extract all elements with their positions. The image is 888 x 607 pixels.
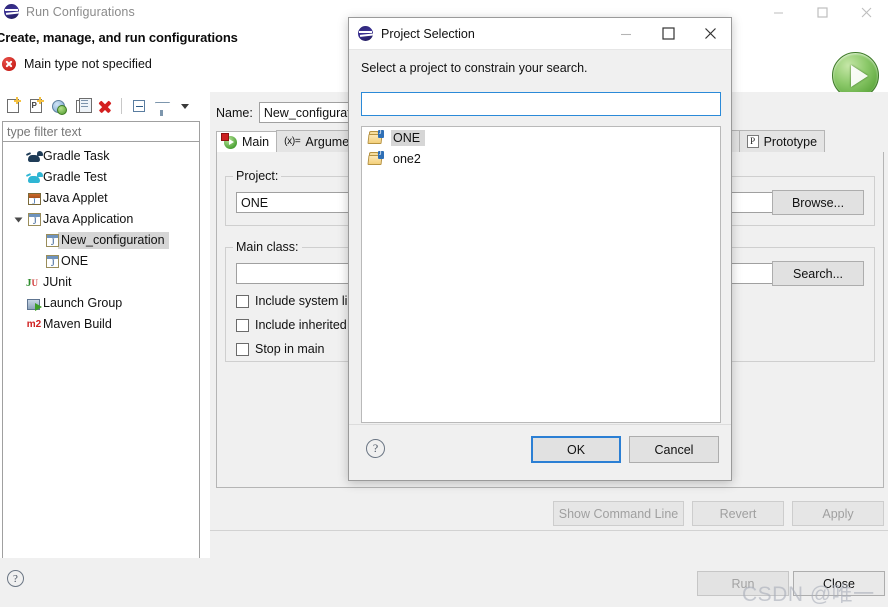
page-title: Create, manage, and run configurations [0,30,238,45]
java-project-icon [367,149,384,165]
tree-item-java-applet[interactable]: Java Applet [3,188,199,209]
browse-button[interactable]: Browse... [772,190,864,215]
prototype-p-icon: P [746,135,759,148]
project-selection-dialog: Project Selection Select a project to co… [348,17,732,481]
list-item-label: ONE [391,129,426,146]
minimize-icon[interactable] [756,0,800,24]
java-project-icon [367,128,384,144]
tree-item-new-configuration[interactable]: New_configuration [3,230,199,251]
configurations-tree[interactable]: Gradle Task Gradle Test Java Applet [2,142,200,607]
chevron-down-icon[interactable] [174,95,195,117]
checkbox-label: Stop in main [255,342,325,356]
gradle-elephant-teal-icon [25,172,43,183]
tree-item-one[interactable]: ONE [3,251,199,272]
dialog-title: Project Selection [381,26,475,41]
tab-prototype-label: Prototype [763,134,818,149]
checkbox-box[interactable] [236,318,249,332]
status-message-text: Main type not specified [24,57,152,71]
dialog-prompt: Select a project to constrain your searc… [361,61,588,75]
java-application-icon [25,213,43,226]
status-message: Main type not specified [2,57,152,71]
tree-item-junit[interactable]: JU JUnit [3,272,199,293]
ok-button[interactable]: OK [531,436,621,463]
list-item[interactable]: ONE [362,127,720,148]
toolbar-divider [121,98,122,114]
tree-item-gradle-task[interactable]: Gradle Task [3,146,199,167]
launch-group-icon [25,298,43,311]
run-button[interactable]: Run [697,571,789,596]
tree-item-gradle-test[interactable]: Gradle Test [3,167,199,188]
close-icon[interactable] [689,18,731,50]
dialog-search-input[interactable] [361,92,721,116]
search-button[interactable]: Search... [772,261,864,286]
window-footer: ? Run Close [0,558,888,607]
help-icon[interactable]: ? [366,439,385,458]
run-configurations-window: Run Configurations Create, manage, and r… [0,0,888,607]
tree-item-java-application[interactable]: Java Application [3,209,199,230]
export-globe-icon[interactable] [48,95,69,117]
java-application-icon [43,255,61,268]
main-run-error-icon [221,132,237,149]
filter-input[interactable]: type filter text [2,121,200,142]
new-prototype-icon[interactable]: P [25,95,46,117]
java-applet-icon [25,192,43,206]
tree-item-maven-build[interactable]: m2 Maven Build [3,314,199,335]
configurations-panel: P type filter text Gradle Task Gradle Te… [0,92,207,607]
maximize-icon[interactable] [800,0,844,24]
dialog-footer: ? OK Cancel [349,424,731,480]
error-icon [2,57,16,71]
cancel-button[interactable]: Cancel [629,436,719,463]
checkbox-stop-in-main[interactable]: Stop in main [236,342,324,356]
tab-main[interactable]: Main [216,131,278,153]
arguments-x-icon: (x)= [284,136,301,147]
project-label: Project: [233,169,282,183]
editor-footer-buttons: Show Command Line Revert Apply [553,501,884,526]
new-config-icon[interactable] [2,95,23,117]
apply-button[interactable]: Apply [792,501,884,526]
dialog-titlebar: Project Selection [349,18,731,50]
list-item-label: one2 [393,151,421,166]
maven-m2-icon: m2 [26,318,42,330]
window-title: Run Configurations [26,5,135,19]
show-command-line-button[interactable]: Show Command Line [553,501,684,526]
checkbox-box[interactable] [236,294,249,308]
junit-icon: JU [26,276,38,289]
minimize-icon[interactable] [605,18,647,50]
project-list[interactable]: ONE one2 [361,126,721,423]
footer-divider [210,530,888,531]
filter-funnel-icon[interactable] [151,95,172,117]
tree-item-launch-group[interactable]: Launch Group [3,293,199,314]
gradle-elephant-icon [25,151,43,162]
collapse-all-icon[interactable] [128,95,149,117]
revert-button[interactable]: Revert [692,501,784,526]
tab-prototype[interactable]: P Prototype [738,130,826,152]
tab-overflow [824,130,885,152]
maximize-icon[interactable] [647,18,689,50]
duplicate-icon[interactable] [71,95,92,117]
dialog-window-controls [605,18,731,50]
filter-placeholder: type filter text [7,124,82,139]
footer-actions: Run Close [697,571,885,596]
window-controls [756,0,888,24]
eclipse-icon [4,4,20,20]
main-class-label: Main class: [233,240,302,254]
name-label: Name: [216,105,253,120]
eclipse-icon [358,26,373,41]
tab-main-label: Main [242,135,270,149]
checkbox-box[interactable] [236,342,249,356]
close-button[interactable]: Close [793,571,885,596]
list-item[interactable]: one2 [362,148,720,169]
configurations-toolbar: P [0,92,207,120]
tree-twisty-expanded[interactable] [11,216,25,224]
close-icon[interactable] [844,0,888,24]
java-application-icon [43,234,61,247]
dialog-action-buttons: OK Cancel [531,436,719,463]
help-icon[interactable]: ? [7,570,24,587]
delete-red-x-icon[interactable] [94,95,115,117]
